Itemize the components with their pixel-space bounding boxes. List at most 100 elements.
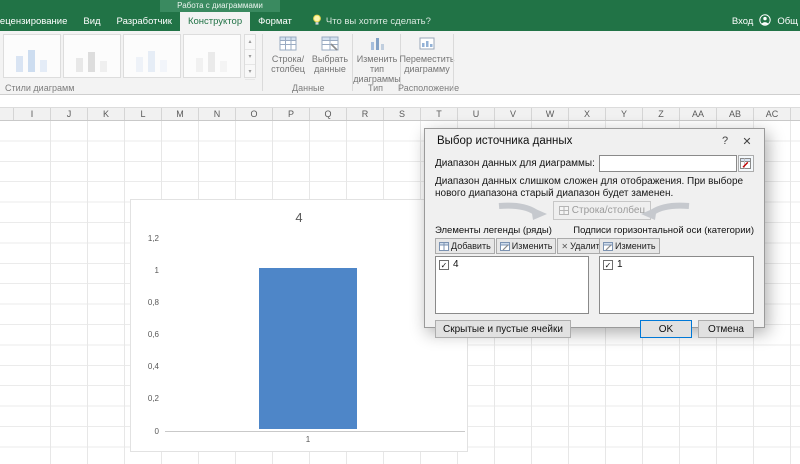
y-tick: 0,6 xyxy=(147,330,159,339)
button-label: Изменить xyxy=(511,241,553,251)
chart-style-thumbnail[interactable] xyxy=(3,34,61,78)
legend-section-label: Элементы легенды (ряды) xyxy=(435,225,552,236)
change-chart-type-button[interactable]: Изменить тип диаграммы xyxy=(353,35,401,84)
list-item[interactable]: ✓ 1 xyxy=(600,257,753,272)
tab-design[interactable]: Конструктор xyxy=(179,12,251,31)
range-picker-icon xyxy=(740,157,752,169)
edit-axis-labels-button[interactable]: Изменить xyxy=(599,238,660,254)
column-header[interactable]: K xyxy=(88,108,125,120)
chart-style-thumbnail[interactable] xyxy=(183,34,241,78)
column-header[interactable]: AB xyxy=(717,108,754,120)
add-icon xyxy=(439,241,449,251)
chart-style-thumbnail[interactable] xyxy=(123,34,181,78)
table-select-icon xyxy=(321,35,339,51)
chart-style-thumbnail[interactable] xyxy=(63,34,121,78)
group-label-location: Расположение xyxy=(398,83,460,93)
share-button[interactable]: Общ xyxy=(777,16,798,27)
move-chart-button[interactable]: Переместить диаграмму xyxy=(399,35,455,74)
formula-bar-gap xyxy=(0,95,800,108)
group-label-type: Тип xyxy=(368,83,384,93)
chart-title: 4 xyxy=(295,210,303,225)
button-label: Строка/столбец xyxy=(571,205,646,216)
column-header-stub xyxy=(0,108,14,120)
column-header[interactable]: M xyxy=(162,108,199,120)
column-header[interactable]: Y xyxy=(606,108,643,120)
axis-section-label: Подписи горизонтальной оси (категории) xyxy=(573,225,754,236)
hidden-empty-cells-button[interactable]: Скрытые и пустые ячейки xyxy=(435,320,571,338)
ok-button[interactable]: OK xyxy=(640,320,692,338)
sign-in-button[interactable]: Вход xyxy=(732,16,754,27)
mini-table-icon xyxy=(558,206,569,215)
embedded-chart[interactable]: 4 1,2 1 0,8 0,6 0,4 0,2 0 1 xyxy=(130,199,468,452)
column-header[interactable]: AC xyxy=(754,108,791,120)
add-series-button[interactable]: Добавить xyxy=(435,238,495,254)
column-header[interactable]: I xyxy=(14,108,51,120)
column-header[interactable]: R xyxy=(347,108,384,120)
y-tick: 0 xyxy=(154,427,159,436)
dialog-title: Выбор источника данных xyxy=(437,135,573,147)
column-header[interactable]: U xyxy=(458,108,495,120)
range-warning-text: Диапазон данных слишком сложен для отобр… xyxy=(435,176,744,199)
column-header[interactable]: W xyxy=(532,108,569,120)
gallery-up-icon[interactable]: ▴ xyxy=(245,35,255,50)
y-tick: 1,2 xyxy=(147,234,159,243)
title-bar: Работа с диаграммами xyxy=(0,0,800,12)
column-header[interactable]: AA xyxy=(680,108,717,120)
edit-series-button[interactable]: Изменить xyxy=(495,238,557,254)
tab-developer[interactable]: Разработчик xyxy=(109,12,180,31)
button-label: столбец xyxy=(271,64,305,74)
column-header[interactable]: N xyxy=(199,108,236,120)
dialog-titlebar[interactable]: Выбор источника данных ? ✕ xyxy=(425,129,764,151)
column-header[interactable]: J xyxy=(51,108,88,120)
close-icon[interactable]: ✕ xyxy=(736,135,758,148)
chart-x-axis-line xyxy=(165,431,465,432)
column-header[interactable]: V xyxy=(495,108,532,120)
switch-row-column-button[interactable]: Строка/ столбец xyxy=(268,35,308,74)
column-header[interactable]: Q xyxy=(310,108,347,120)
gallery-down-icon[interactable]: ▾ xyxy=(245,50,255,65)
swap-arrow-left-icon xyxy=(497,201,549,226)
column-header[interactable]: Z xyxy=(643,108,680,120)
remove-icon: ✕ xyxy=(561,241,569,251)
column-header[interactable]: O xyxy=(236,108,273,120)
column-header[interactable]: T xyxy=(421,108,458,120)
table-swap-icon xyxy=(279,35,297,51)
swap-arrow-right-icon xyxy=(639,201,691,226)
column-header[interactable]: L xyxy=(125,108,162,120)
checkbox-checked[interactable]: ✓ xyxy=(603,259,613,270)
group-separator xyxy=(453,34,454,91)
edit-icon xyxy=(603,241,613,251)
column-headers: I J K L M N O P Q R S T U V W X Y Z AA A… xyxy=(0,108,800,121)
button-label: Строка/ xyxy=(271,54,305,64)
tell-me-box[interactable]: Что вы хотите сделать? xyxy=(312,12,431,31)
button-label: Выбрать xyxy=(311,54,349,64)
group-label-chart-styles: Стили диаграмм xyxy=(5,83,75,93)
column-header[interactable]: X xyxy=(569,108,606,120)
gallery-scroll: ▴ ▾ ▾ xyxy=(244,34,256,80)
list-item[interactable]: ✓ 4 xyxy=(436,257,588,272)
button-label: Изменить тип xyxy=(356,54,398,74)
column-header[interactable]: P xyxy=(273,108,310,120)
y-tick: 0,4 xyxy=(147,362,159,371)
column-header[interactable]: S xyxy=(384,108,421,120)
tab-view[interactable]: Вид xyxy=(75,12,108,31)
cancel-button[interactable]: Отмена xyxy=(698,320,754,338)
chart-data-range-input[interactable] xyxy=(598,154,737,172)
select-data-button[interactable]: Выбрать данные xyxy=(310,35,350,74)
chart-bar[interactable] xyxy=(259,268,357,429)
switch-row-column-dialog-button: Строка/столбец xyxy=(553,201,651,220)
range-picker-button[interactable] xyxy=(737,154,754,172)
tab-review[interactable]: Рецензирование xyxy=(0,12,75,31)
checkbox-checked[interactable]: ✓ xyxy=(439,259,449,270)
excel-window: Работа с диаграммами Рецензирование Вид … xyxy=(0,0,800,464)
axis-labels-list[interactable]: ✓ 1 xyxy=(599,256,754,314)
help-icon[interactable]: ? xyxy=(714,135,736,147)
tab-format[interactable]: Формат xyxy=(250,12,300,31)
legend-series-list[interactable]: ✓ 4 xyxy=(435,256,589,314)
account-area: Вход Общ xyxy=(732,12,798,31)
y-tick: 0,2 xyxy=(147,394,159,403)
tell-me-label: Что вы хотите сделать? xyxy=(325,16,431,27)
gallery-more-icon[interactable]: ▾ xyxy=(245,65,255,80)
button-label: Изменить xyxy=(615,241,656,251)
group-separator xyxy=(262,34,263,91)
